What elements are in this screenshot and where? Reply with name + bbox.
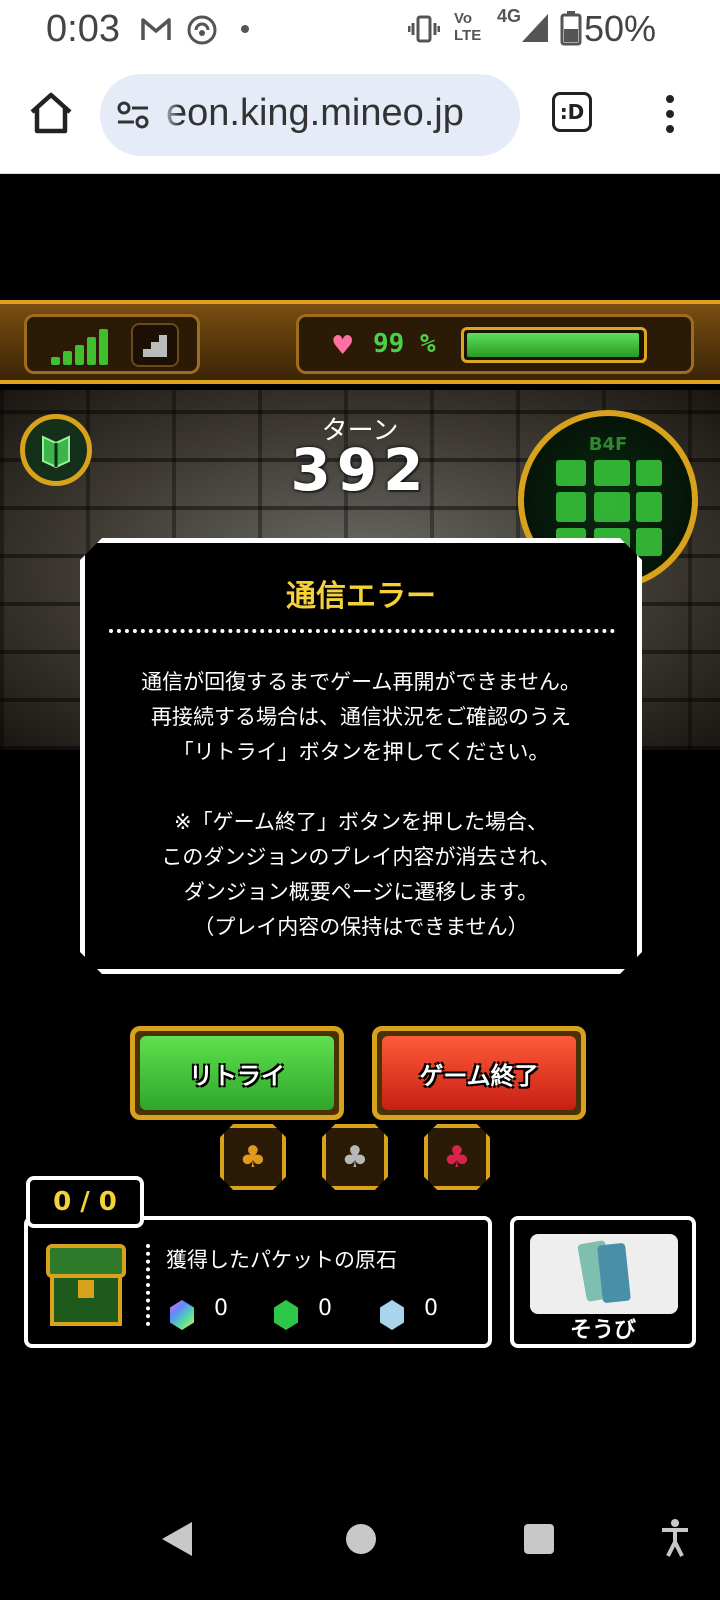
back-icon[interactable] xyxy=(162,1522,192,1556)
heart-icon: ♥ xyxy=(331,331,355,361)
dot-icon xyxy=(241,25,249,33)
packet-title: 獲得したパケットの原石 xyxy=(166,1248,397,1272)
guide-book-icon[interactable] xyxy=(20,414,92,486)
signal-panel xyxy=(24,314,200,374)
battery-icon xyxy=(560,11,582,46)
dialog-line: 再接続する場合は、通信状況をご確認のうえ xyxy=(151,705,571,729)
browser-toolbar: eon.king.mineo.jp :D xyxy=(0,62,720,174)
signal-icon xyxy=(522,14,548,42)
url-fade xyxy=(158,74,180,156)
hp-bar xyxy=(461,327,647,363)
clover-silver-icon: ♣ xyxy=(322,1124,388,1190)
clover-red-icon: ♣ xyxy=(424,1124,490,1190)
turn-counter: 392 xyxy=(290,436,430,504)
address-bar[interactable]: eon.king.mineo.jp xyxy=(100,74,520,156)
quit-game-button[interactable]: ゲーム終了 xyxy=(372,1026,586,1120)
clover-orange-icon: ♣ xyxy=(220,1124,286,1190)
packet-panel[interactable]: 獲得したパケットの原石 0 0 0 xyxy=(24,1216,492,1348)
recents-icon[interactable] xyxy=(524,1524,554,1554)
volte-label: Vo LTE xyxy=(454,10,482,44)
treasure-chest-icon xyxy=(46,1244,126,1326)
panel-divider xyxy=(146,1244,150,1326)
phone-equipment-icon xyxy=(530,1234,678,1314)
overflow-menu-icon[interactable] xyxy=(658,92,682,136)
home-nav-icon[interactable] xyxy=(346,1524,376,1554)
error-dialog: 通信エラー 通信が回復するまでゲーム再開ができません。 再接続する場合は、通信状… xyxy=(80,538,642,974)
dialog-line: このダンジョンのプレイ内容が消去され、 xyxy=(161,845,561,869)
green-gem-icon xyxy=(274,1300,298,1330)
stairs-icon xyxy=(131,323,179,367)
accessibility-icon[interactable] xyxy=(660,1518,690,1558)
dialog-divider xyxy=(109,629,615,633)
retry-button-label: リトライ xyxy=(140,1036,334,1110)
hotspot-icon xyxy=(187,15,217,45)
rainbow-gem-icon xyxy=(170,1300,194,1330)
dialog-line xyxy=(85,770,637,805)
dialog-line: ダンジョン概要ページに遷移します。 xyxy=(183,880,539,904)
dialog-title: 通信エラー xyxy=(286,579,436,614)
hp-bar-fill xyxy=(467,333,640,357)
chest-count-badge: 0 / 0 xyxy=(26,1176,144,1228)
dialog-message: 通信が回復するまでゲーム再開ができません。 再接続する場合は、通信状況をご確認の… xyxy=(85,665,637,945)
game-hud: ♥ 99 % xyxy=(0,300,720,384)
blue-gem-icon xyxy=(380,1300,404,1330)
network-type: 4G xyxy=(497,6,522,26)
signal-strength-icon xyxy=(51,327,113,365)
rainbow-gem-count: 0 xyxy=(214,1296,228,1321)
dialog-line: （プレイ内容の保持はできません） xyxy=(193,915,529,939)
dialog-line: 通信が回復するまでゲーム再開ができません。 xyxy=(141,670,581,694)
site-settings-icon[interactable] xyxy=(116,100,150,130)
gmail-icon xyxy=(141,18,171,40)
blue-gem-count: 0 xyxy=(424,1296,438,1321)
equipment-label: そうび xyxy=(569,1318,636,1343)
battery-percent: 50% xyxy=(583,8,656,49)
retry-button[interactable]: リトライ xyxy=(130,1026,344,1120)
tab-switcher-button[interactable]: :D xyxy=(552,92,592,132)
system-nav-bar xyxy=(0,1474,720,1600)
dialog-line: 「リトライ」ボタンを押してください。 xyxy=(172,740,550,764)
game-area: ♥ 99 % ターン 392 B4F 通信エラー 通信が回復するまでゲーム再開が… xyxy=(0,174,720,1474)
status-time: 0:03 xyxy=(46,8,120,50)
green-gem-count: 0 xyxy=(318,1296,332,1321)
dialog-line: ※「ゲーム終了」ボタンを押した場合、 xyxy=(174,810,548,834)
url-text[interactable]: eon.king.mineo.jp xyxy=(166,92,464,135)
hp-panel: ♥ 99 % xyxy=(296,314,694,374)
quit-button-label: ゲーム終了 xyxy=(382,1036,576,1110)
status-bar: 0:03 Vo LTE 4G 50% xyxy=(0,0,720,62)
floor-label: B4F xyxy=(588,434,628,455)
vibrate-icon xyxy=(408,15,440,43)
equipment-button[interactable]: そうび xyxy=(510,1216,696,1348)
hp-percent: 99 % xyxy=(373,329,436,359)
home-icon[interactable] xyxy=(26,88,76,138)
